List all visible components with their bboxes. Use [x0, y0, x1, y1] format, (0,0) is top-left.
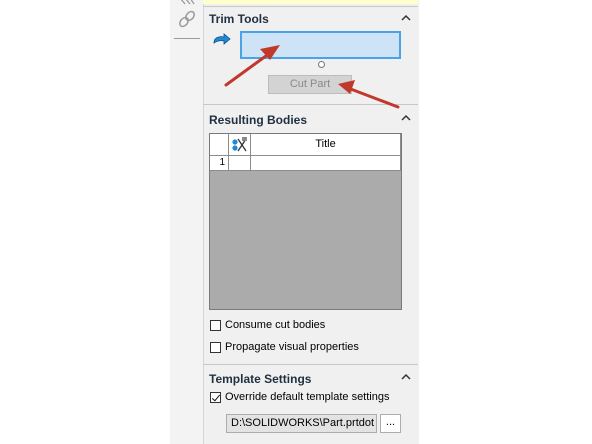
arrow-to-selection-box [224, 45, 280, 87]
annotation-arrows [224, 45, 400, 109]
arrow-to-cut-part [338, 80, 400, 109]
